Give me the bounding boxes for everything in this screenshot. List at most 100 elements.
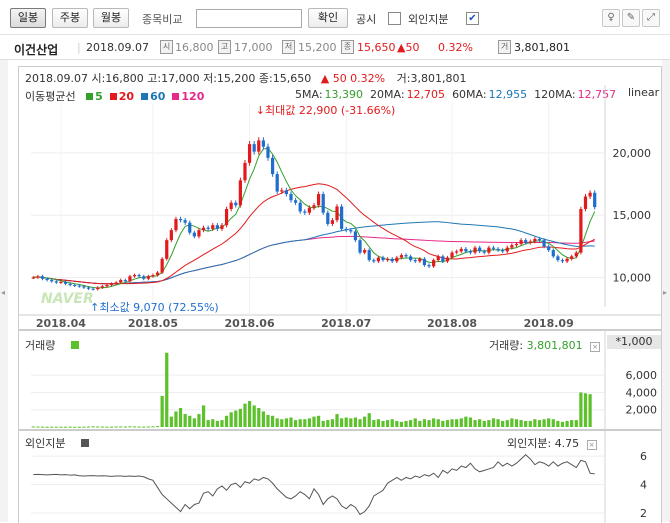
foreign-chart-svg: 6 4 2 [31,431,647,523]
disclosure-checkbox[interactable] [388,12,401,25]
candle-body [473,247,477,253]
candle-body [68,283,72,286]
candle-body [321,194,325,213]
candle-body [312,205,316,208]
candle-body [192,232,196,237]
candle-body [160,258,164,273]
candle-body [151,275,155,277]
candle-body [436,256,440,261]
foreign-ownership-checkbox[interactable]: ✔ [466,12,479,25]
high-price: 17,000 [234,41,273,54]
candle-body [307,207,312,213]
candle-body [478,247,482,252]
volume-bar [344,417,348,427]
left-scroll-bar[interactable]: ◂ [0,60,8,522]
draw-tool-icon[interactable]: ✎ [622,9,640,27]
candle-body [404,255,408,257]
volume-value: 3,801,801 [514,41,570,54]
candle-body [289,194,293,201]
volume-bar [386,420,390,427]
volume-bar [376,419,381,427]
volume-bar [128,426,132,428]
candle-body [63,281,68,284]
volume-bar [588,394,592,427]
right-scroll-bar[interactable]: ▸ [662,60,670,522]
candle-body [395,257,399,262]
candle-body [229,202,233,209]
candle-body [50,280,54,282]
period-monthly-button[interactable]: 월봉 [93,8,129,28]
candle-body [40,276,45,279]
x-tick-label: 2018.07 [321,317,371,329]
volume-bar [54,426,58,428]
candle-body [183,220,187,223]
candle-body [422,258,427,266]
volume-bar [229,412,233,427]
period-daily-button[interactable]: 일봉 [10,8,46,28]
volume-bar [197,414,201,427]
volume-bar [404,420,408,427]
price-chart-svg: 20,000 15,000 10,000 2018.04 2018.05 2018.06 2… [19,85,661,329]
volume-bar [353,417,358,427]
disclosure-label: 공시 [356,13,377,26]
expand-icon[interactable]: ⤢ [642,9,660,27]
candle-body [280,190,284,192]
candle-body [59,281,63,283]
volume-bar [390,419,394,427]
volume-bar [284,418,289,427]
volume-bar [427,420,431,427]
candle-body [445,257,450,262]
volume-bar [59,426,63,428]
volume-bar [473,420,477,427]
candle-body [349,230,353,232]
volume-bar [381,420,385,427]
volume-bar [330,419,335,427]
volume-bar [487,420,491,427]
volume-bar [224,415,229,427]
volume-bar [514,419,519,427]
candle-body [100,286,104,288]
volume-bar [280,419,284,427]
candle-body [36,276,40,278]
volume-bar [40,426,45,428]
volume-bar [238,408,242,427]
volume-bar [455,419,459,427]
scroll-right-icon[interactable]: ▸ [663,288,667,297]
confirm-button[interactable]: 확인 [308,8,348,28]
candle-body [178,218,183,221]
volume-bar [482,420,486,427]
candle-body [367,250,371,261]
candle-body [220,225,224,229]
scroll-left-icon[interactable]: ◂ [1,288,5,297]
low-price: 15,200 [298,41,337,54]
high-icon: 고 [218,40,231,54]
candle-body [533,238,537,242]
min-price-label: ↑최소값 9,070 (72.55%) [90,301,219,314]
price-tick-label: 20,000 [613,147,652,160]
volume-bar [441,420,445,427]
candle-body [583,196,588,209]
volume-bar [533,419,537,427]
indicator-settings-icon[interactable]: ♀ [602,9,620,27]
volume-bar [349,418,353,427]
volume-bar [363,416,367,427]
volume-bar [243,403,247,427]
candle-body [119,280,123,283]
candle-body [86,287,91,289]
candle-body [353,231,358,241]
candle-body [96,287,100,290]
candle-body [91,288,95,290]
candle-body [593,192,597,208]
candle-body [114,282,118,284]
volume-bar [565,420,569,427]
compare-input[interactable] [196,9,302,28]
period-weekly-button[interactable]: 주봉 [52,8,88,28]
candle-body [326,212,330,224]
volume-bar [109,426,114,428]
volume-bar [45,426,49,428]
volume-bar [409,420,413,427]
open-price: 16,800 [175,41,214,54]
volume-bar [551,419,555,427]
candle-body [514,243,519,246]
open-icon: 시 [160,40,173,54]
